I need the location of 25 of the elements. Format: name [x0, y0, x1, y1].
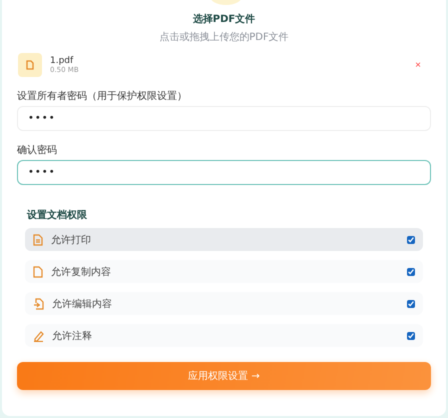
permissions-heading: 设置文档权限: [27, 208, 88, 222]
permission-label: 允许打印: [51, 234, 91, 246]
permission-checkbox[interactable]: [407, 332, 415, 340]
permission-checkbox[interactable]: [407, 268, 415, 276]
document-icon: [33, 234, 43, 246]
permission-checkbox[interactable]: [407, 236, 415, 244]
file-icon: [26, 60, 34, 70]
password-field[interactable]: ••••: [17, 106, 431, 131]
permission-row[interactable]: 允许注释: [25, 324, 423, 347]
permission-checkbox[interactable]: [407, 300, 415, 308]
file-name: 1.pdf: [50, 56, 74, 66]
upload-subtitle: 点击或拖拽上传您的PDF文件: [158, 30, 290, 44]
password-field[interactable]: ••••: [17, 160, 431, 185]
upload-title: 选择PDF文件: [192, 12, 256, 26]
permission-label: 允许注释: [52, 330, 92, 342]
permission-label: 允许复制内容: [51, 266, 111, 278]
permission-row[interactable]: 允许复制内容: [25, 260, 423, 283]
permission-row[interactable]: 允许编辑内容: [25, 292, 423, 315]
field-label: 确认密码: [17, 144, 58, 157]
field-label: 设置所有者密码（用于保护权限设置）: [17, 90, 188, 103]
file-icon: [33, 266, 43, 278]
file-edit-icon: [33, 298, 44, 310]
pencil-icon: [33, 330, 44, 342]
permission-label: 允许编辑内容: [52, 298, 112, 310]
permission-row[interactable]: 允许打印: [25, 228, 423, 251]
